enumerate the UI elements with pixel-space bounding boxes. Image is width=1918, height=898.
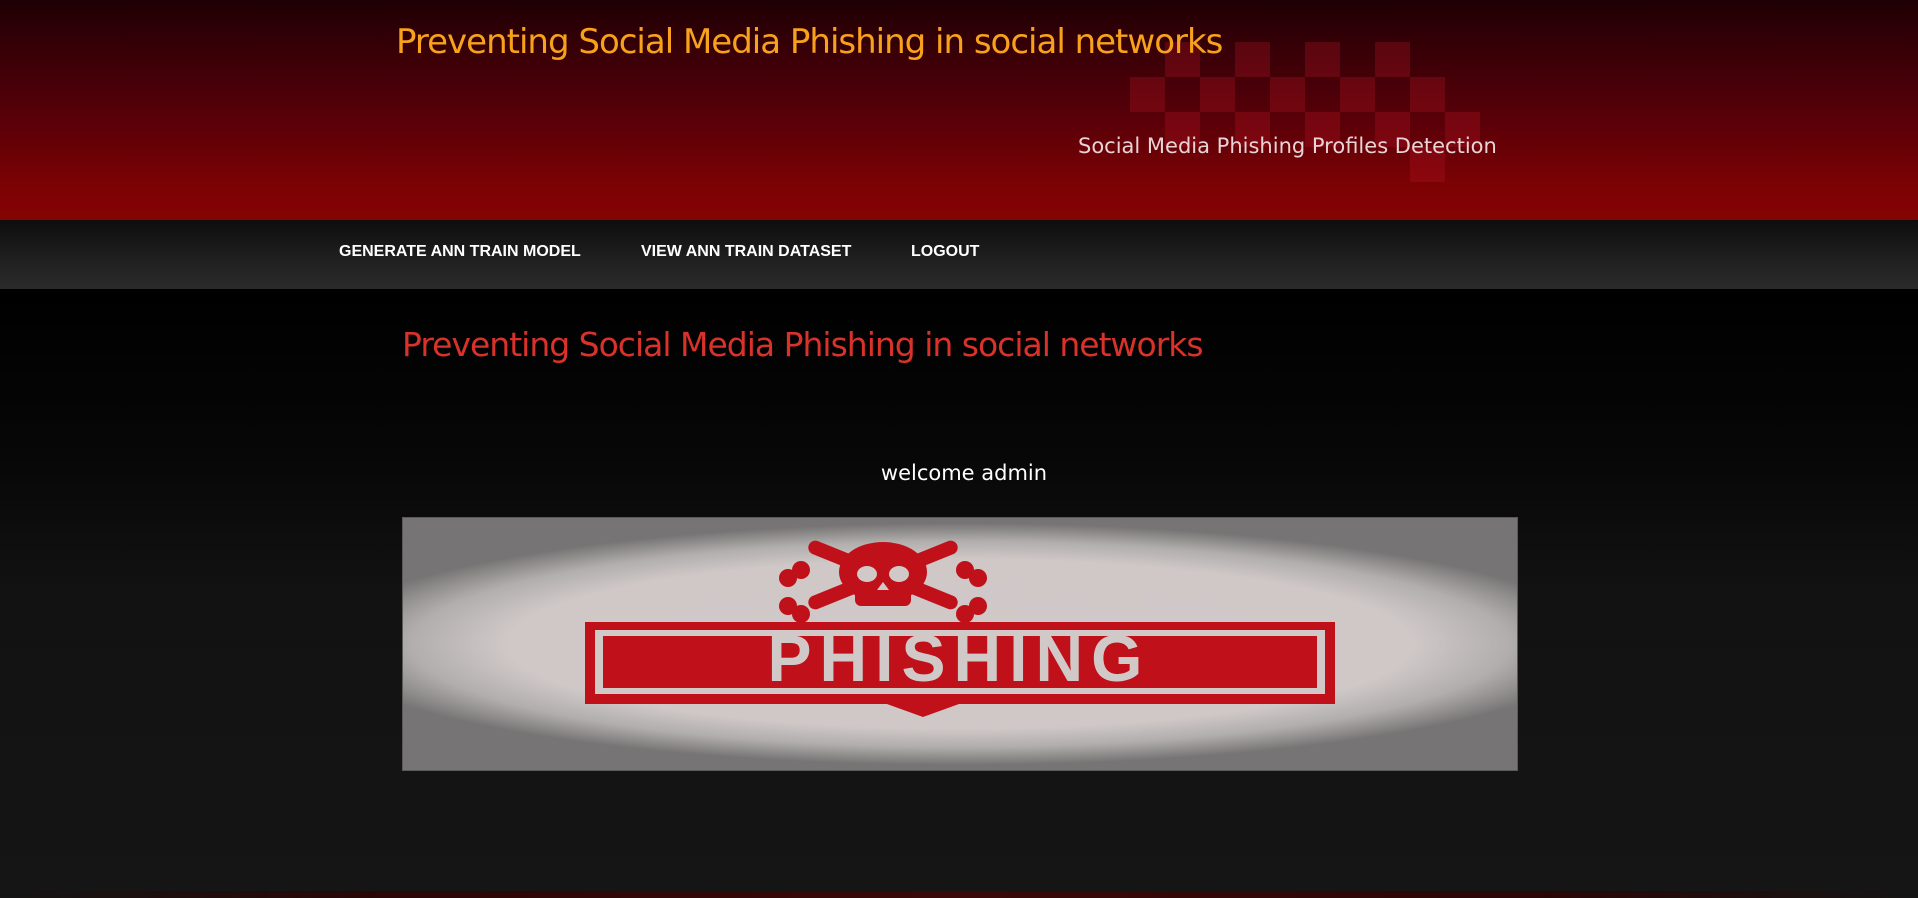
phishing-banner: PHISHING [402, 517, 1518, 771]
nav-generate-ann-train-model[interactable]: GENERATE ANN TRAIN MODEL [339, 243, 581, 261]
main-content: Preventing Social Media Phishing in soci… [0, 289, 1918, 898]
main-nav: GENERATE ANN TRAIN MODEL VIEW ANN TRAIN … [0, 220, 1918, 289]
nav-logout[interactable]: LOGOUT [911, 243, 979, 261]
checker-decoration [1095, 42, 1515, 212]
welcome-message: welcome admin [880, 461, 1048, 485]
skull-crossbones-icon [779, 540, 987, 623]
footer-glow [0, 891, 1918, 898]
nav-view-ann-train-dataset[interactable]: VIEW ANN TRAIN DATASET [641, 243, 851, 261]
site-title: Preventing Social Media Phishing in soci… [396, 22, 1223, 62]
phishing-text: PHISHING [767, 621, 1150, 695]
site-header: Preventing Social Media Phishing in soci… [0, 0, 1918, 220]
site-subtitle: Social Media Phishing Profiles Detection [1078, 134, 1497, 158]
page-heading: Preventing Social Media Phishing in soci… [402, 325, 1204, 364]
phishing-banner-graphic: PHISHING [585, 540, 1335, 717]
page: Preventing Social Media Phishing in soci… [0, 0, 1918, 898]
